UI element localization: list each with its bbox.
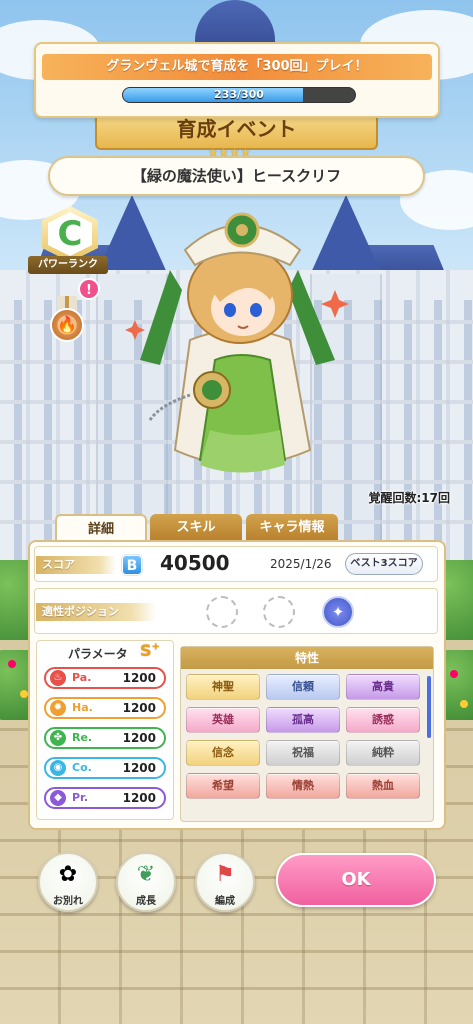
trait-title: 特性 — [181, 647, 433, 669]
parameter-row: ◆ Pr. 1200 — [44, 787, 166, 809]
parameter-value: 1200 — [122, 761, 156, 775]
quest-banner[interactable]: グランヴェル城で育成を「300回」プレイ！ — [34, 42, 440, 118]
trait-chip[interactable]: 信念 — [186, 740, 260, 766]
score-value: 40500 — [160, 551, 230, 575]
formation-button[interactable]: ⚑ 編成 — [195, 852, 255, 912]
awakening-count: 覚醒回数:17回 — [368, 491, 451, 505]
trait-chip[interactable]: 熱血 — [346, 773, 420, 799]
flame-icon: ♨ — [50, 670, 66, 686]
trait-chip[interactable]: 高貴 — [346, 674, 420, 700]
flower — [20, 690, 28, 698]
parameter-value: 1200 — [122, 731, 156, 745]
sun-icon: ✹ — [50, 700, 66, 716]
crossed-flags-icon: ⚑ — [215, 862, 235, 887]
gem-icon: ◆ — [50, 790, 66, 806]
parameter-row: ✤ Re. 1200 — [44, 727, 166, 749]
parameter-name: Pa. — [72, 671, 92, 684]
parameter-value: 1200 — [122, 701, 156, 715]
parameter-rank-suffix: + — [151, 641, 160, 653]
clover-icon: ✤ — [50, 730, 66, 746]
trait-chip[interactable]: 信頼 — [266, 674, 340, 700]
trait-grid: 神聖 信頼 高貴英雄 孤高 誘惑信念 祝福 純粋希望 情熱 熱血 — [186, 674, 422, 820]
parameter-value: 1200 — [122, 791, 156, 805]
growth-label: 成長 — [136, 896, 156, 907]
parameter-value: 1200 — [122, 671, 156, 685]
parameter-row: ✹ Ha. 1200 — [44, 697, 166, 719]
parameter-title: パラメータ — [68, 647, 128, 661]
position-label: 適性ポジション — [36, 603, 156, 621]
formation-label: 編成 — [215, 896, 235, 907]
quest-progress-text: 233/300 — [214, 88, 264, 101]
flower — [450, 670, 458, 678]
position-slot-empty — [263, 596, 295, 628]
trait-scrollbar[interactable] — [427, 676, 431, 738]
power-rank-label: パワーランク — [28, 256, 108, 274]
score-label: スコア — [36, 556, 116, 574]
parameter-rank: S+ — [140, 641, 160, 660]
parameter-rank-letter: S — [140, 641, 152, 660]
trait-chip[interactable]: 情熱 — [266, 773, 340, 799]
trait-chip[interactable]: 英雄 — [186, 707, 260, 733]
growth-swirl-icon: ❦ — [136, 862, 156, 887]
drop-icon: ◉ — [50, 760, 66, 776]
alert-badge: ! — [78, 278, 100, 300]
training-banner-text: 育成イベント — [176, 117, 297, 141]
flower — [460, 700, 468, 708]
farewell-button[interactable]: ✿ お別れ — [38, 852, 98, 912]
trait-chip[interactable]: 誘惑 — [346, 707, 420, 733]
growth-button[interactable]: ❦ 成長 — [116, 852, 176, 912]
trait-chip[interactable]: 祝福 — [266, 740, 340, 766]
ok-button[interactable]: OK — [276, 853, 436, 907]
best3-score-button[interactable]: ベスト3スコア — [345, 553, 423, 575]
farewell-label: お別れ — [53, 896, 83, 907]
flower — [8, 660, 16, 668]
parameter-name: Re. — [72, 731, 93, 744]
character-illustration — [125, 212, 349, 473]
parameter-name: Pr. — [72, 791, 89, 804]
score-date: 2025/1/26 — [270, 557, 332, 571]
quest-title: グランヴェル城で育成を「300回」プレイ！ — [42, 54, 432, 80]
parameter-name: Ha. — [72, 701, 93, 714]
flower-icon: ✿ — [58, 862, 78, 887]
parameter-name: Co. — [72, 761, 92, 774]
trait-chip[interactable]: 孤高 — [266, 707, 340, 733]
medal-icon[interactable]: 🔥 — [48, 296, 86, 344]
position-slot-empty — [206, 596, 238, 628]
character-name: 【緑の魔法使い】ヒースクリフ — [131, 167, 342, 185]
trait-chip[interactable]: 神聖 — [186, 674, 260, 700]
score-grade-badge: B — [122, 555, 142, 575]
position-slot-icon[interactable]: ✦ — [322, 596, 354, 628]
rank-letter: C — [57, 214, 83, 254]
flame-medal-icon: 🔥 — [50, 308, 84, 342]
parameter-row: ♨ Pa. 1200 — [44, 667, 166, 689]
trait-chip[interactable]: 純粋 — [346, 740, 420, 766]
parameter-row: ◉ Co. 1200 — [44, 757, 166, 779]
trait-chip[interactable]: 希望 — [186, 773, 260, 799]
